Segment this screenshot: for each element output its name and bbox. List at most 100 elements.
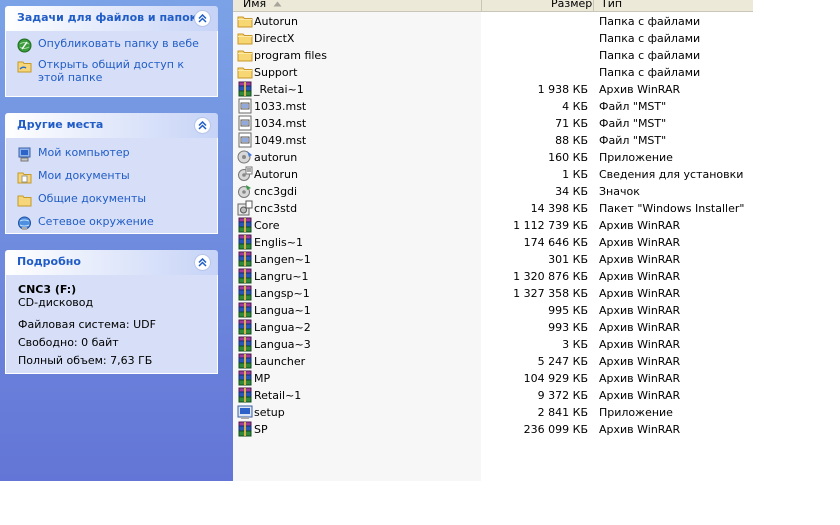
file-name: Langen~1 [254, 253, 311, 266]
my-documents-link[interactable]: Мои документы [16, 169, 209, 185]
share-folder-link[interactable]: Открыть общий доступ к этой папке [16, 58, 209, 84]
other-places-panel: Другие места Мой компьютер Мои документы [5, 113, 218, 234]
file-row[interactable]: Langua~2 993 КБ Архив WinRAR [233, 319, 753, 336]
file-size: 9 372 КБ [537, 389, 588, 402]
inf-file-icon [237, 166, 253, 182]
file-name: Support [254, 66, 298, 79]
file-size: 1 112 739 КБ [513, 219, 588, 232]
file-name: DirectX [254, 32, 295, 45]
my-computer-icon [16, 146, 32, 162]
publish-folder-link[interactable]: Опубликовать папку в вебе [16, 37, 209, 53]
file-size: 1 320 876 КБ [513, 270, 588, 283]
file-type: Архив WinRAR [599, 236, 681, 249]
file-row[interactable]: setup 2 841 КБ Приложение [233, 404, 753, 421]
file-size: 301 КБ [548, 253, 588, 266]
my-documents-icon [16, 169, 32, 185]
file-size: 2 841 КБ [537, 406, 588, 419]
folder-file-icon [237, 64, 253, 80]
column-divider[interactable] [593, 0, 594, 12]
file-size: 174 646 КБ [523, 236, 588, 249]
file-size: 71 КБ [555, 117, 588, 130]
file-name: Langua~1 [254, 304, 311, 317]
file-tasks-header[interactable]: Задачи для файлов и папок [5, 6, 218, 31]
file-size: 4 КБ [562, 100, 588, 113]
chevron-up-icon [198, 258, 207, 267]
file-row[interactable]: 1033.mst 4 КБ Файл "MST" [233, 98, 753, 115]
network-places-icon [16, 215, 32, 231]
file-row[interactable]: 1034.mst 71 КБ Файл "MST" [233, 115, 753, 132]
winrar-file-icon [237, 370, 253, 386]
file-name: autorun [254, 151, 298, 164]
other-places-title: Другие места [17, 118, 104, 131]
other-places-header[interactable]: Другие места [5, 113, 218, 138]
file-row[interactable]: Langsp~1 1 327 358 КБ Архив WinRAR [233, 285, 753, 302]
shared-documents-link[interactable]: Общие документы [16, 192, 209, 208]
file-type: Сведения для установки [599, 168, 744, 181]
mst-file-icon [237, 115, 253, 131]
file-row[interactable]: 1049.mst 88 КБ Файл "MST" [233, 132, 753, 149]
file-type: Архив WinRAR [599, 355, 681, 368]
drive-name: CNC3 (F:) [18, 283, 77, 296]
chevron-up-icon [198, 14, 207, 23]
sort-ascending-icon [273, 1, 282, 7]
file-size: 34 КБ [555, 185, 588, 198]
file-row[interactable]: SP 236 099 КБ Архив WinRAR [233, 421, 753, 438]
file-type: Приложение [599, 151, 673, 164]
file-type: Архив WinRAR [599, 270, 681, 283]
file-row[interactable]: _Retai~1 1 938 КБ Архив WinRAR [233, 81, 753, 98]
file-row[interactable]: Langru~1 1 320 876 КБ Архив WinRAR [233, 268, 753, 285]
column-header-type[interactable]: Тип [601, 0, 622, 12]
file-type: Архив WinRAR [599, 389, 681, 402]
file-type: Файл "MST" [599, 134, 667, 147]
winrar-file-icon [237, 387, 253, 403]
file-size: 160 КБ [548, 151, 588, 164]
file-row[interactable]: Langen~1 301 КБ Архив WinRAR [233, 251, 753, 268]
file-row[interactable]: MP 104 929 КБ Архив WinRAR [233, 370, 753, 387]
file-row[interactable]: Langua~1 995 КБ Архив WinRAR [233, 302, 753, 319]
file-row[interactable]: program files Папка с файлами [233, 47, 753, 64]
network-places-link[interactable]: Сетевое окружение [16, 215, 209, 231]
file-type: Архив WinRAR [599, 338, 681, 351]
file-name: 1033.mst [254, 100, 307, 113]
network-places-label: Сетевое окружение [38, 215, 154, 228]
drive-total-size: Полный объем: 7,63 ГБ [18, 354, 153, 367]
collapse-file-tasks-button[interactable] [194, 10, 211, 27]
column-header-name[interactable]: Имя [243, 0, 266, 12]
my-computer-link[interactable]: Мой компьютер [16, 146, 209, 162]
file-row[interactable]: DirectX Папка с файлами [233, 30, 753, 47]
file-row[interactable]: Support Папка с файлами [233, 64, 753, 81]
task-pane: Задачи для файлов и папок Опубликовать п… [0, 0, 233, 481]
file-name: MP [254, 372, 271, 385]
file-row[interactable]: Launcher 5 247 КБ Архив WinRAR [233, 353, 753, 370]
column-header-size[interactable]: Размер [551, 0, 592, 12]
details-header[interactable]: Подробно [5, 250, 218, 275]
publish-web-icon [16, 37, 32, 53]
file-type: Значок [599, 185, 640, 198]
other-places-body: Мой компьютер Мои документы Общие докуме… [5, 138, 218, 234]
file-row[interactable]: Autorun 1 КБ Сведения для установки [233, 166, 753, 183]
file-name: program files [254, 49, 327, 62]
collapse-other-places-button[interactable] [194, 117, 211, 134]
collapse-details-button[interactable] [194, 254, 211, 271]
file-type: Папка с файлами [599, 32, 701, 45]
file-list-view[interactable]: Имя Размер Тип Autorun Папка с файлами Dir… [233, 0, 753, 481]
file-row[interactable]: cnc3gdi 34 КБ Значок [233, 183, 753, 200]
file-type: Файл "MST" [599, 100, 667, 113]
file-name: Langsp~1 [254, 287, 310, 300]
file-name: setup [254, 406, 285, 419]
file-type: Папка с файлами [599, 15, 701, 28]
file-name: Langru~1 [254, 270, 309, 283]
file-row[interactable]: Retail~1 9 372 КБ Архив WinRAR [233, 387, 753, 404]
folder-file-icon [237, 30, 253, 46]
column-header-bar: Имя Размер Тип [233, 0, 753, 12]
my-computer-label: Мой компьютер [38, 146, 130, 159]
file-row[interactable]: Autorun Папка с файлами [233, 13, 753, 30]
file-type: Пакет "Windows Installer" [599, 202, 745, 215]
file-row[interactable]: autorun 160 КБ Приложение [233, 149, 753, 166]
file-row[interactable]: Core 1 112 739 КБ Архив WinRAR [233, 217, 753, 234]
folder-file-icon [237, 13, 253, 29]
file-row[interactable]: Englis~1 174 646 КБ Архив WinRAR [233, 234, 753, 251]
file-row[interactable]: Langua~3 3 КБ Архив WinRAR [233, 336, 753, 353]
file-row[interactable]: cnc3std 14 398 КБ Пакет "Windows Installer… [233, 200, 753, 217]
column-divider[interactable] [481, 0, 482, 12]
